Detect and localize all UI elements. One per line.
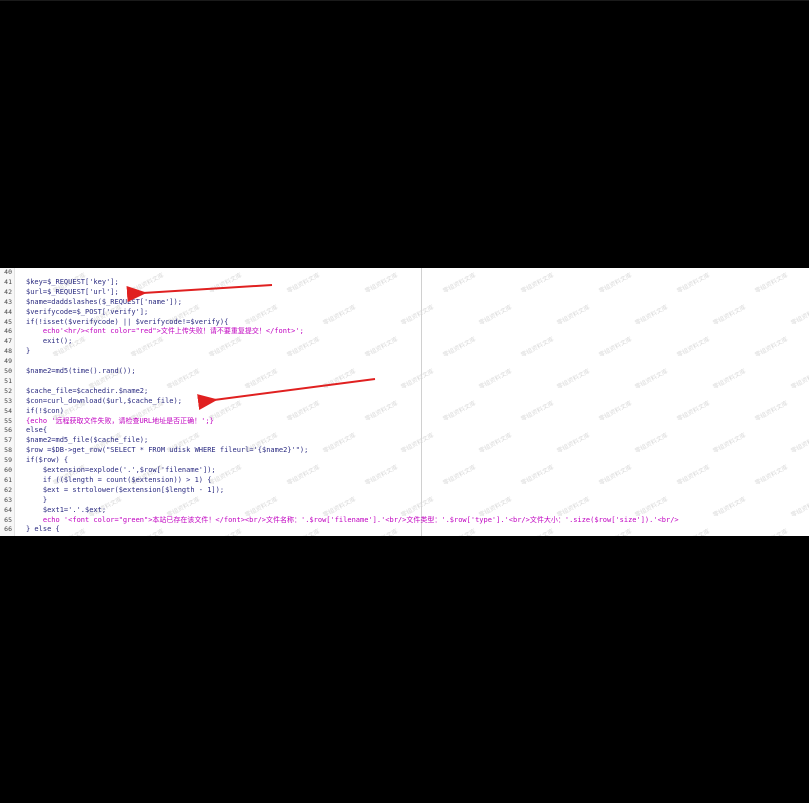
code-line: 40 <box>4 268 12 276</box>
code-line: 44 $verifycode=$_POST['verify']; <box>4 307 149 316</box>
code-line: 62 $ext = strtolower($extension[$length … <box>4 485 225 494</box>
code-line: 61 if (($length = count($extension)) > 1… <box>4 475 212 484</box>
code-line: 66} else { <box>4 525 60 534</box>
code-line: 60 $extension=explode('.',$row['filename… <box>4 466 216 474</box>
code-line: 50 $name2=md5(time().rand()); <box>4 367 136 375</box>
code-line: 57 $name2=md5_file($cache_file); <box>4 436 149 445</box>
code-line: 64 $ext1='.'.$ext; <box>4 505 107 514</box>
code-line: 53 $con=curl_download($url,$cache_file); <box>4 396 182 405</box>
code-line: 51 <box>4 376 12 385</box>
code-line: 59 if($row) { <box>4 456 69 465</box>
code-line: 43 $name=daddslashes($_REQUEST['name']); <box>4 297 182 306</box>
code-line: 55 {echo '远程获取文件失败，请检查URL地址是否正确！';} <box>4 416 214 425</box>
code-line: 58 $row =$DB->get_row("SELECT * FROM udis… <box>4 446 309 455</box>
code-line: 47 exit(); <box>4 337 73 346</box>
code-line: 45 if(!isset($verifycode) || $verifycode!… <box>4 317 229 326</box>
code-screenshot: 零组资料文库 零组资料文库 零组资料文库 零组资料文库 零组资料文库 零组资料文库 零组资料… <box>0 268 809 536</box>
code-line: 48} <box>4 347 31 356</box>
code-line: 63 } <box>4 495 48 504</box>
code-line: 41 $key=$_REQUEST['key']; <box>4 277 119 286</box>
code-line: 46 echo'<hr/><font color="red">文件上传失败！请不… <box>4 327 304 336</box>
code-line: 56 else{ <box>4 426 48 435</box>
code-line: 52 $cache_file=$cachedir.$name2; <box>4 386 149 395</box>
code-line: 49 <box>4 357 12 366</box>
top-border <box>0 0 809 1</box>
code-line: 65 echo '<font color="green">本站已存在该文件！</… <box>4 515 679 524</box>
code-line: 54 if(!$con) <box>4 406 64 415</box>
code-line: 42 $url=$_REQUEST['url']; <box>4 287 119 296</box>
